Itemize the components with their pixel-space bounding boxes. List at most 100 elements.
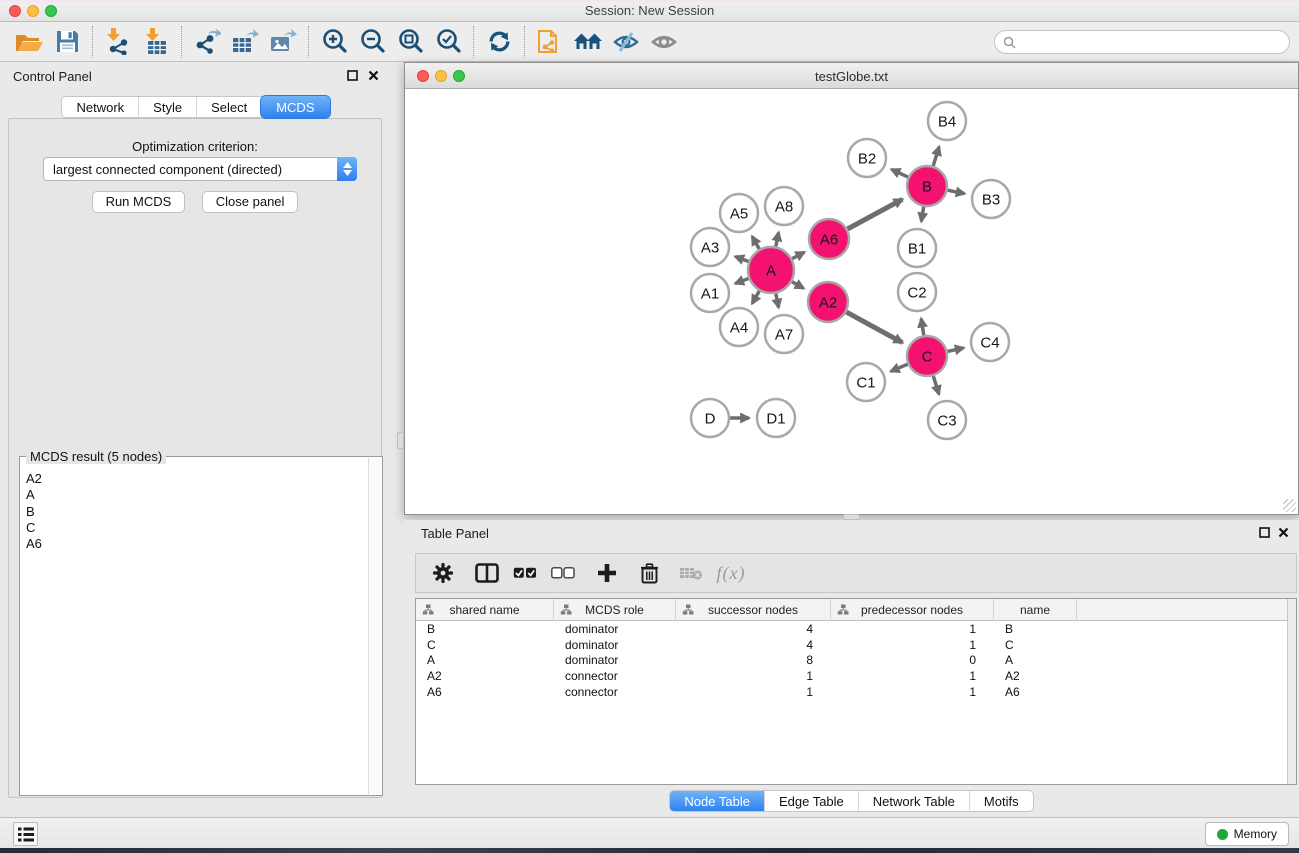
import-table-button[interactable] <box>137 25 175 59</box>
delete-columns-button[interactable] <box>634 558 664 588</box>
edge-A-A4[interactable] <box>752 291 759 304</box>
cell-predecessor-nodes[interactable]: 1 <box>831 638 994 652</box>
graph-node-B3[interactable]: B3 <box>972 180 1010 218</box>
edge-C-C2[interactable] <box>921 319 924 336</box>
memory-button[interactable]: Memory <box>1205 822 1289 846</box>
column-header-successor-nodes[interactable]: successor nodes <box>676 599 831 621</box>
zoom-out-button[interactable] <box>353 25 391 59</box>
table-scrollbar[interactable] <box>1287 599 1296 784</box>
graph-node-D[interactable]: D <box>691 399 729 437</box>
show-panels-button[interactable] <box>645 25 683 59</box>
cell-shared-name[interactable]: B <box>416 622 554 636</box>
edge-A6-B[interactable] <box>848 199 903 229</box>
float-panel-button[interactable] <box>346 69 359 82</box>
new-network-file-button[interactable] <box>531 25 569 59</box>
cell-successor-nodes[interactable]: 1 <box>676 669 831 683</box>
tab-network-table[interactable]: Network Table <box>859 791 970 811</box>
column-header-name[interactable]: name <box>994 599 1077 621</box>
graph-node-A7[interactable]: A7 <box>765 315 803 353</box>
graph-node-A6[interactable]: A6 <box>809 219 849 259</box>
zoom-fit-button[interactable] <box>391 25 429 59</box>
column-header-mcds-role[interactable]: MCDS role <box>554 599 676 621</box>
hide-panels-button[interactable] <box>607 25 645 59</box>
column-header-shared-name[interactable]: shared name <box>416 599 554 621</box>
edge-A-A7[interactable] <box>776 294 779 308</box>
import-network-button[interactable] <box>99 25 137 59</box>
result-item[interactable]: A6 <box>26 536 368 552</box>
cell-name[interactable]: A2 <box>994 669 1077 683</box>
optimization-criterion-select[interactable]: largest connected component (directed) <box>43 157 357 181</box>
table-row[interactable]: Bdominator41B <box>416 621 1296 637</box>
edge-B-B3[interactable] <box>948 190 965 193</box>
function-builder-button[interactable]: f(x) <box>716 558 746 588</box>
export-image-button[interactable] <box>264 25 302 59</box>
table-row[interactable]: Adominator80A <box>416 652 1296 668</box>
cell-name[interactable]: A <box>994 653 1077 667</box>
tab-edge-table[interactable]: Edge Table <box>765 791 859 811</box>
edge-A-A5[interactable] <box>752 237 759 250</box>
graph-node-B1[interactable]: B1 <box>898 229 936 267</box>
table-settings-button[interactable] <box>428 558 458 588</box>
home-button[interactable] <box>569 25 607 59</box>
cell-mcds-role[interactable]: dominator <box>554 622 676 636</box>
cell-name[interactable]: B <box>994 622 1077 636</box>
result-scrollbar[interactable] <box>368 458 381 794</box>
edge-C-C1[interactable] <box>891 364 908 371</box>
cell-successor-nodes[interactable]: 8 <box>676 653 831 667</box>
result-item[interactable]: A <box>26 487 368 503</box>
graph-node-C2[interactable]: C2 <box>898 273 936 311</box>
window-resize-grip[interactable] <box>1283 499 1296 512</box>
cell-mcds-role[interactable]: dominator <box>554 653 676 667</box>
cell-successor-nodes[interactable]: 4 <box>676 638 831 652</box>
graph-node-B2[interactable]: B2 <box>848 139 886 177</box>
vertical-splitter-handle[interactable] <box>397 432 404 449</box>
cell-predecessor-nodes[interactable]: 0 <box>831 653 994 667</box>
tab-style[interactable]: Style <box>139 97 197 117</box>
graph-node-A4[interactable]: A4 <box>720 308 758 346</box>
graph-node-D1[interactable]: D1 <box>757 399 795 437</box>
result-item[interactable]: A2 <box>26 471 368 487</box>
close-mcds-panel-button[interactable]: Close panel <box>202 191 299 213</box>
graph-node-C3[interactable]: C3 <box>928 401 966 439</box>
tab-motifs[interactable]: Motifs <box>970 791 1033 811</box>
export-table-button[interactable] <box>226 25 264 59</box>
graph-node-C4[interactable]: C4 <box>971 323 1009 361</box>
graph-node-B4[interactable]: B4 <box>928 102 966 140</box>
edge-C-C3[interactable] <box>933 376 939 394</box>
edge-A-A2[interactable] <box>792 282 804 289</box>
graph-node-B[interactable]: B <box>907 166 947 206</box>
cell-mcds-role[interactable]: dominator <box>554 638 676 652</box>
toggle-column-view-button[interactable] <box>472 558 502 588</box>
graph-node-A8[interactable]: A8 <box>765 187 803 225</box>
cell-mcds-role[interactable]: connector <box>554 669 676 683</box>
edge-B-B4[interactable] <box>933 147 939 166</box>
cell-successor-nodes[interactable]: 1 <box>676 685 831 699</box>
zoom-in-button[interactable] <box>315 25 353 59</box>
cell-name[interactable]: C <box>994 638 1077 652</box>
edge-A-A8[interactable] <box>776 233 779 247</box>
edge-A-A1[interactable] <box>735 279 748 284</box>
graph-node-C[interactable]: C <box>907 336 947 376</box>
task-history-button[interactable] <box>13 822 38 846</box>
edge-B-B2[interactable] <box>892 169 909 177</box>
graph-node-A5[interactable]: A5 <box>720 194 758 232</box>
search-input[interactable] <box>1021 35 1289 49</box>
graph-node-A3[interactable]: A3 <box>691 228 729 266</box>
delete-table-button[interactable] <box>676 558 706 588</box>
save-session-button[interactable] <box>48 25 86 59</box>
cell-shared-name[interactable]: A6 <box>416 685 554 699</box>
open-session-button[interactable] <box>10 25 48 59</box>
cell-predecessor-nodes[interactable]: 1 <box>831 685 994 699</box>
cell-mcds-role[interactable]: connector <box>554 685 676 699</box>
deselect-all-rows-button[interactable] <box>548 558 578 588</box>
tab-mcds[interactable]: MCDS <box>261 96 329 118</box>
table-row[interactable]: A2connector11A2 <box>416 668 1296 684</box>
cell-shared-name[interactable]: A <box>416 653 554 667</box>
edge-A-A3[interactable] <box>735 257 748 262</box>
select-all-rows-button[interactable] <box>510 558 540 588</box>
result-item[interactable]: B <box>26 504 368 520</box>
close-table-panel-button[interactable] <box>1277 526 1290 539</box>
cell-predecessor-nodes[interactable]: 1 <box>831 669 994 683</box>
cell-shared-name[interactable]: A2 <box>416 669 554 683</box>
search-field[interactable] <box>994 30 1290 54</box>
